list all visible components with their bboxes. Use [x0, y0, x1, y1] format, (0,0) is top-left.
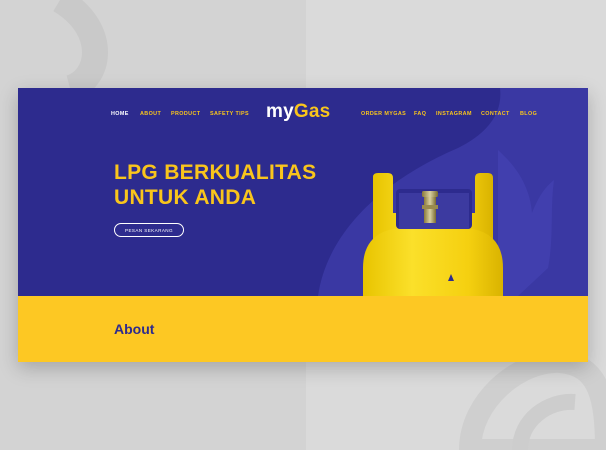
- top-navigation: HOME ABOUT PRODUCT SAFETY TIPS myGas ORD…: [18, 88, 588, 140]
- headline-line-1: LPG BERKUALITAS: [114, 161, 317, 184]
- nav-contact[interactable]: CONTACT: [481, 111, 510, 117]
- lpg-tank-image: [363, 173, 503, 296]
- nav-home[interactable]: HOME: [111, 111, 129, 117]
- nav-product[interactable]: PRODUCT: [171, 111, 200, 117]
- headline-line-2: UNTUK ANDA: [114, 186, 257, 209]
- nav-instagram[interactable]: INSTAGRAM: [436, 111, 472, 117]
- mygas-logo[interactable]: myGas: [266, 101, 330, 123]
- nav-blog[interactable]: BLOG: [520, 111, 537, 117]
- nav-about[interactable]: ABOUT: [140, 111, 161, 117]
- nav-order-mygas[interactable]: ORDER MYGAS: [361, 111, 406, 117]
- nav-faq[interactable]: FAQ: [414, 111, 426, 117]
- hero-section: HOME ABOUT PRODUCT SAFETY TIPS myGas ORD…: [18, 88, 588, 296]
- about-heading: About: [114, 321, 155, 337]
- about-section: About: [18, 296, 588, 362]
- logo-suffix: Gas: [293, 101, 331, 122]
- logo-prefix: my: [266, 101, 294, 122]
- website-preview-card: HOME ABOUT PRODUCT SAFETY TIPS myGas ORD…: [18, 88, 588, 362]
- nav-safety-tips[interactable]: SAFETY TIPS: [210, 111, 249, 117]
- order-now-button[interactable]: PESAN SEKARANG: [114, 223, 184, 237]
- hero-headline: LPG BERKUALITAS UNTUK ANDA: [114, 160, 316, 210]
